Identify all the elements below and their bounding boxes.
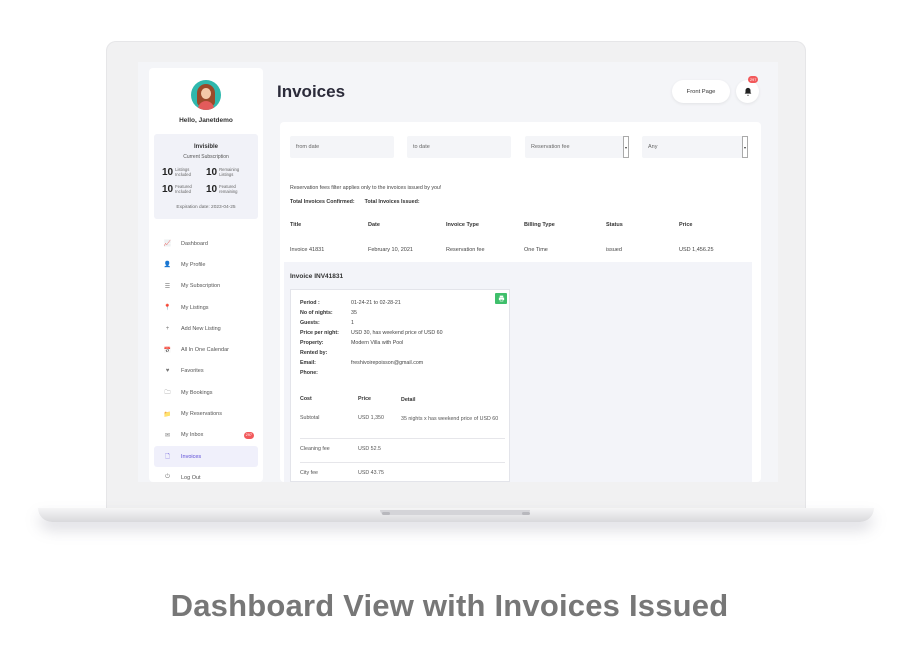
cost-row-city-fee: City fee USD 43.75	[300, 462, 505, 476]
total-confirmed-label: Total Invoices Confirmed:	[290, 199, 355, 205]
to-date-input[interactable]: to date	[407, 136, 511, 158]
greeting: Hello, Janetdemo	[179, 117, 233, 124]
invoice-title: Invoice INV41831	[290, 273, 344, 280]
caption: Dashboard View with Invoices Issued	[170, 588, 729, 623]
inbox-icon: ✉	[164, 432, 171, 439]
detail-nights: No of nights: 35	[300, 310, 357, 316]
user-icon: 👤	[163, 262, 172, 269]
sidebar-item-my-reservations[interactable]: 📁 My Reservations	[154, 403, 258, 424]
sidebar: Hello, Janetdemo Invisible Current Subsc…	[149, 68, 263, 482]
stat-remaining-listings: 10 Remaining Listings	[206, 166, 240, 178]
table-header: Title Date Invoice Type Billing Type Sta…	[290, 222, 693, 228]
printer-icon	[498, 295, 504, 302]
sidebar-item-add-new-listing[interactable]: + Add New Listing	[154, 318, 258, 339]
folder-open-icon: 🗀	[164, 389, 171, 396]
inbox-count-badge: 297	[243, 431, 254, 439]
laptop-hinge-dot	[382, 512, 390, 515]
detail-rented-by: Rented by:	[300, 350, 328, 356]
plus-icon: +	[165, 325, 170, 332]
laptop-notch	[380, 510, 530, 515]
print-button[interactable]	[495, 293, 507, 304]
front-page-button[interactable]: Front Page	[672, 80, 730, 103]
filter-note: Reservation fees filter applies only to …	[290, 185, 442, 191]
stat-featured-remaining: 10 Featured remaining	[206, 183, 238, 195]
power-icon: ⏻	[165, 474, 170, 481]
dropdown-arrow-icon: ▾	[742, 136, 748, 158]
subscription-name: Invisible	[193, 144, 218, 150]
detail-price-per-night: Price per night: USD 30, has weekend pri…	[300, 330, 443, 336]
table-row[interactable]: Invoice 41831 February 10, 2021 Reservat…	[290, 247, 760, 253]
subscription-box: Invisible Current Subscription 10 Listin…	[154, 134, 258, 219]
page-title: Invoices	[277, 82, 346, 101]
invoice-box: Period : 01-24-21 to 02-28-21 No of nigh…	[290, 289, 510, 482]
detail-period: Period : 01-24-21 to 02-28-21	[300, 300, 401, 306]
sidebar-item-invoices[interactable]: 🗋 Invoices	[154, 445, 258, 468]
heart-icon: ♥	[165, 368, 170, 375]
calendar-icon: 📅	[163, 347, 172, 354]
sidebar-item-favorites[interactable]: ♥ Favorites	[154, 361, 258, 382]
chart-icon: 📈	[163, 241, 172, 248]
sidebar-item-calendar[interactable]: 📅 All In One Calendar	[154, 339, 258, 360]
cost-row-subtotal: Subtotal USD 1,350 35 nights x has weeke…	[300, 415, 499, 422]
sidebar-item-my-listings[interactable]: 📍 My Listings	[154, 297, 258, 318]
app-screen: Hello, Janetdemo Invisible Current Subsc…	[138, 62, 778, 482]
stat-featured-included: 10 Featured Included	[162, 183, 192, 195]
file-icon: 🗋	[165, 453, 170, 460]
cost-row-cleaning-fee: Cleaning fee USD 52.5	[300, 438, 505, 452]
expiration-date: Expiration date: 2023-04-25	[176, 205, 236, 210]
detail-phone: Phone:	[300, 370, 318, 376]
subscription-label: Current Subscription	[183, 154, 229, 160]
detail-email: Email: freshivoirepoisson@gmail.com	[300, 360, 424, 366]
sidebar-item-dashboard[interactable]: 📈 Dashboard	[154, 233, 258, 254]
stage: Hello, Janetdemo Invisible Current Subsc…	[0, 0, 899, 654]
list-icon: ☰	[164, 283, 171, 290]
invoice-type-select[interactable]: Reservation fee ▾	[525, 136, 629, 158]
sidebar-menu: 📈 Dashboard 👤 My Profile ☰ My Subscripti…	[154, 233, 258, 482]
laptop-hinge-dot	[522, 512, 530, 515]
notification-count-badge: 297	[748, 76, 759, 83]
sidebar-item-my-inbox[interactable]: ✉ My Inbox 297	[154, 425, 258, 446]
cost-table-header: Cost Price Detail	[300, 396, 416, 403]
from-date-input[interactable]: from date	[290, 136, 394, 158]
status-select[interactable]: Any ▾	[642, 136, 748, 158]
avatar[interactable]	[191, 80, 221, 110]
folder-icon: 📁	[163, 411, 172, 418]
total-issued-label: Total Invoices Issued:	[364, 199, 420, 205]
notifications-button[interactable]	[736, 80, 759, 103]
invoice-detail-panel: Invoice INV41831 Period : 01-24-21 to 02…	[284, 262, 752, 482]
sidebar-item-my-subscription[interactable]: ☰ My Subscription	[154, 276, 258, 297]
sidebar-item-my-bookings[interactable]: 🗀 My Bookings	[154, 382, 258, 403]
stat-listings-included: 10 Listings Included	[162, 166, 191, 178]
dropdown-arrow-icon: ▾	[623, 136, 629, 158]
detail-property: Property: Modern Villa with Pool	[300, 340, 404, 346]
bell-icon	[744, 87, 751, 96]
sidebar-item-my-profile[interactable]: 👤 My Profile	[154, 254, 258, 275]
totals: Total Invoices Confirmed: Total Invoices…	[290, 199, 420, 205]
detail-guests: Guests: 1	[300, 320, 354, 326]
invoices-card: from date to date Reservation fee ▾ Any …	[280, 122, 761, 482]
sidebar-item-log-out[interactable]: ⏻ Log Out	[154, 467, 258, 482]
map-pin-icon: 📍	[163, 305, 172, 312]
